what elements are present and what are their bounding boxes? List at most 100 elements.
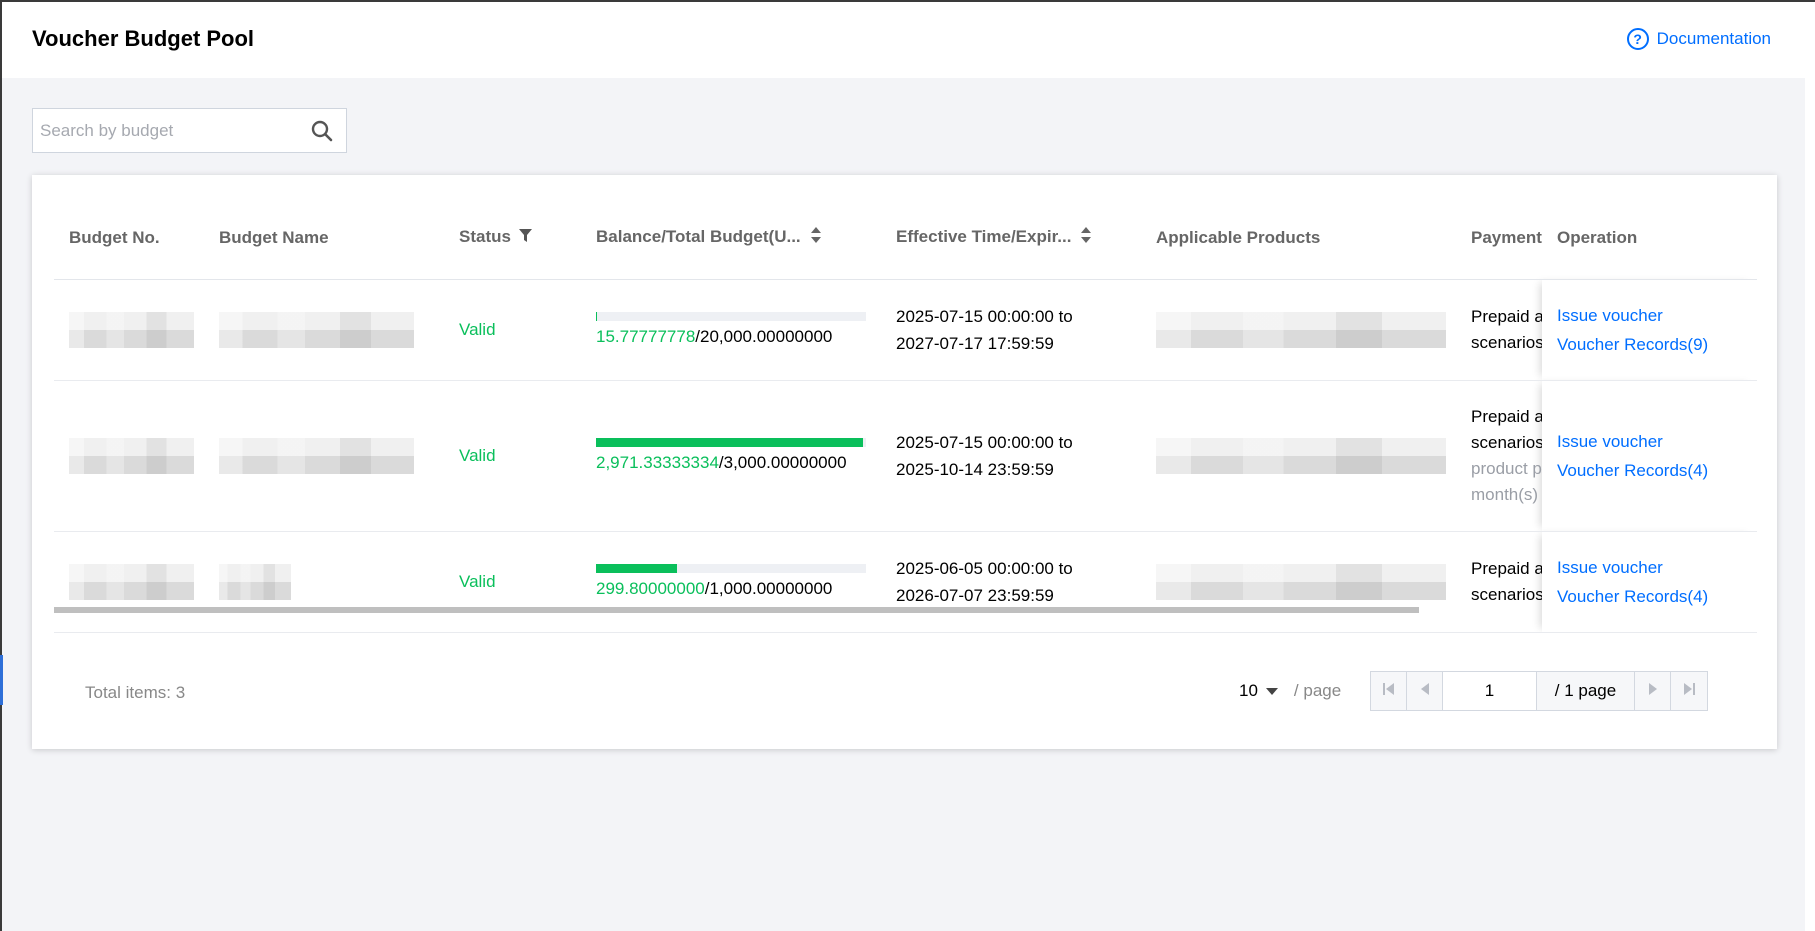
balance-text: 299.80000000/1,000.00000000 [596,579,881,599]
status-cell: Valid [444,531,581,633]
operation-cell: Issue voucher Voucher Records(4) [1542,380,1757,532]
sort-icon[interactable] [1081,227,1092,248]
payment-line: product p [1471,458,1542,478]
effective-time-end: 2025-10-14 23:59:59 [896,459,1054,479]
redacted-budget-no [69,437,194,474]
filter-icon[interactable] [518,228,532,248]
page-title: Voucher Budget Pool [32,26,255,51]
right-edge [1805,2,1815,931]
table-header-row: Budget No. Budget Name Status Balance/To… [54,197,1757,280]
documentation-link-label: Documentation [1656,29,1771,48]
redacted-budget-name [219,437,414,474]
voucher-records-link[interactable]: Voucher Records(4) [1557,582,1757,611]
redacted-products [1156,437,1446,474]
budget-name-cell [204,380,444,532]
applicable-products-cell [1141,380,1456,532]
balance-value: 2,971.33333334 [596,453,719,472]
payment-cell: Prepaid a scenarios product p month(s) [1456,380,1542,532]
status-cell: Valid [444,380,581,532]
column-header-payment: Payment [1456,197,1542,280]
column-header-balance[interactable]: Balance/Total Budget(U... [581,197,881,280]
pagination: 1 / 1 page [1370,671,1708,711]
budget-no-cell [54,531,204,633]
last-page-icon [1683,682,1695,700]
budget-table-card: Budget No. Budget Name Status Balance/To… [32,175,1777,749]
page-size-value: 10 [1239,681,1258,700]
per-page-label: / page [1293,681,1342,700]
budget-no-cell [54,380,204,532]
effective-time-cell: 2025-07-15 00:00:00 to 2027-07-17 17:59:5… [881,279,1141,381]
status-badge: Valid [459,445,496,465]
column-header-applicable-products: Applicable Products [1141,197,1456,280]
column-header-effective-time-label: Effective Time/Expir... [896,227,1072,247]
horizontal-scrollbar[interactable] [54,607,1419,613]
left-accent-bar [0,655,3,705]
first-page-button[interactable] [1371,672,1407,710]
column-header-budget-name: Budget Name [204,197,444,280]
effective-time-end: 2026-07-07 23:59:59 [896,585,1054,605]
issue-voucher-link[interactable]: Issue voucher [1557,427,1757,456]
column-header-status[interactable]: Status [444,197,581,280]
payment-line: month(s) [1471,484,1539,504]
total-pages-label: / 1 page [1537,672,1635,710]
payment-line: scenarios [1471,432,1542,452]
issue-voucher-link[interactable]: Issue voucher [1557,553,1757,582]
first-page-icon [1383,682,1394,700]
payment-cell: Prepaid a scenarios [1456,279,1542,381]
status-badge: Valid [459,319,496,339]
status-cell: Valid [444,279,581,381]
prev-page-button[interactable] [1407,672,1443,710]
budget-table: Budget No. Budget Name Status Balance/To… [54,197,1757,633]
current-page-input[interactable]: 1 [1443,672,1537,710]
chevron-down-icon [1265,681,1278,701]
table-row: Valid 15.77777778/20,000.00000000 2025-0… [54,279,1757,381]
total-budget-value: /3,000.00000000 [718,453,847,472]
table-footer: Total items: 3 10 / page 1 / 1 page [32,633,1777,749]
prev-page-icon [1420,682,1429,700]
balance-progress-bar [596,564,866,573]
redacted-budget-no [69,563,194,600]
balance-text: 15.77777778/20,000.00000000 [596,327,881,347]
search-input[interactable] [33,109,298,152]
status-badge: Valid [459,571,496,591]
balance-cell: 2,971.33333334/3,000.00000000 [581,380,881,532]
table-row: Valid 299.80000000/1,000.00000000 2025-0… [54,531,1757,633]
applicable-products-cell [1141,279,1456,381]
documentation-link[interactable]: ? Documentation [1626,28,1771,50]
effective-time-start: 2025-07-15 00:00:00 to [896,432,1073,452]
effective-time-end: 2027-07-17 17:59:59 [896,333,1054,353]
help-circle-icon: ? [1626,28,1649,50]
balance-cell: 299.80000000/1,000.00000000 [581,531,881,633]
total-items: Total items: 3 [85,683,186,702]
budget-name-cell [204,531,444,633]
voucher-records-link[interactable]: Voucher Records(9) [1557,330,1757,359]
redacted-products [1156,563,1446,600]
next-page-icon [1648,682,1657,700]
payment-line: scenarios [1471,332,1542,352]
column-header-effective-time[interactable]: Effective Time/Expir... [881,197,1141,280]
redacted-products [1156,311,1446,348]
sort-icon[interactable] [810,227,821,248]
applicable-products-cell [1141,531,1456,633]
total-budget-value: /20,000.00000000 [695,327,833,346]
effective-time-start: 2025-06-05 00:00:00 to [896,558,1073,578]
column-header-operation: Operation [1542,197,1757,280]
total-budget-value: /1,000.00000000 [704,579,833,598]
last-page-button[interactable] [1671,672,1707,710]
balance-progress-fill [596,564,677,573]
page-header: Voucher Budget Pool ? Documentation [2,2,1805,78]
payment-line: Prepaid a [1471,306,1542,326]
payment-line: scenarios [1471,584,1542,604]
voucher-records-link[interactable]: Voucher Records(4) [1557,456,1757,485]
effective-time-cell: 2025-07-15 00:00:00 to 2025-10-14 23:59:5… [881,380,1141,532]
page-size-select[interactable]: 10 / page [1239,681,1341,701]
next-page-button[interactable] [1635,672,1671,710]
table-scroll-area[interactable]: Budget No. Budget Name Status Balance/To… [54,197,1757,633]
operation-cell: Issue voucher Voucher Records(4) [1542,531,1757,633]
issue-voucher-link[interactable]: Issue voucher [1557,301,1757,330]
column-header-balance-label: Balance/Total Budget(U... [596,227,801,247]
budget-name-cell [204,279,444,381]
search-icon[interactable] [298,120,346,142]
payment-cell: Prepaid a scenarios [1456,531,1542,633]
balance-value: 299.80000000 [596,579,705,598]
